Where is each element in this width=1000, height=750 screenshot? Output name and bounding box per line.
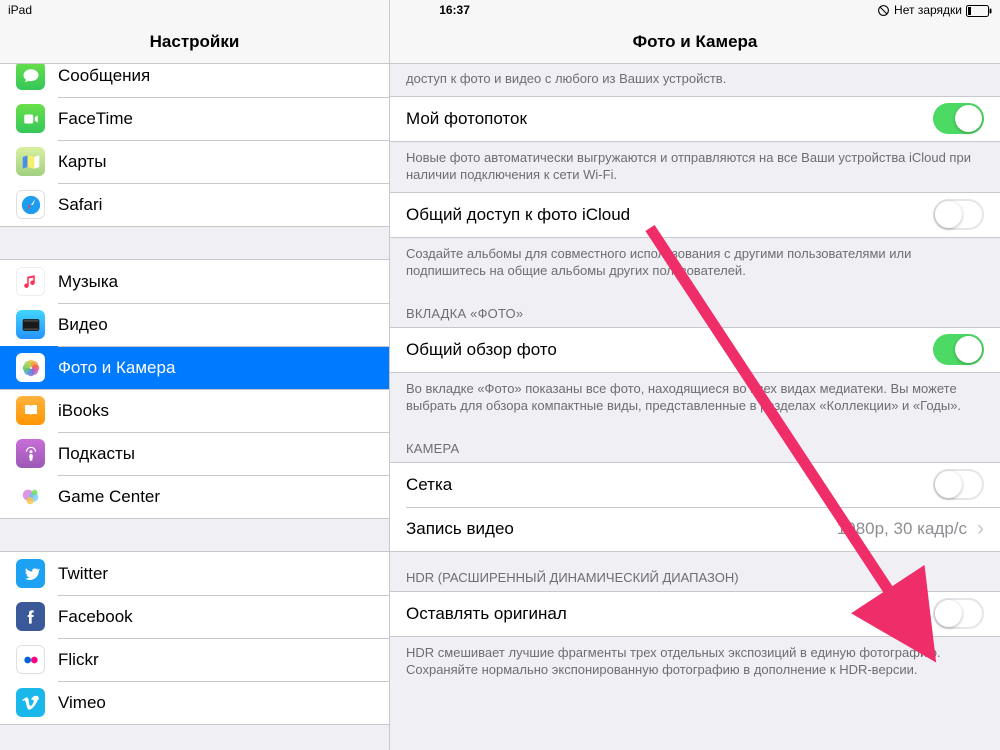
sidebar-item-flickr[interactable]: Flickr xyxy=(0,638,389,681)
sidebar-item-label: Game Center xyxy=(58,487,373,507)
icloud-sharing-footer: Создайте альбомы для совместного использ… xyxy=(390,238,1000,288)
hdr-footer: HDR смешивает лучшие фрагменты трех отде… xyxy=(390,637,1000,687)
ibooks-icon xyxy=(16,396,45,425)
sidebar-item-safari[interactable]: Safari xyxy=(0,183,389,226)
chevron-right-icon: › xyxy=(977,518,984,539)
flickr-icon xyxy=(16,645,45,674)
icloud-photo-sharing-switch[interactable] xyxy=(933,199,984,230)
maps-icon xyxy=(16,147,45,176)
sidebar-item-label: Safari xyxy=(58,195,373,215)
sidebar-item-video[interactable]: Видео xyxy=(0,303,389,346)
sidebar-item-label: Flickr xyxy=(58,650,373,670)
summarize-photos-switch[interactable] xyxy=(933,334,984,365)
icloud-library-footer: доступ к фото и видео с любого из Ваших … xyxy=(390,64,1000,96)
sidebar-item-facetime[interactable]: FaceTime xyxy=(0,97,389,140)
sidebar-group-apple-apps: Сообщения FaceTime Карты xyxy=(0,64,389,227)
vimeo-icon xyxy=(16,688,45,717)
grid-label: Сетка xyxy=(406,475,933,495)
keep-normal-photo-label: Оставлять оригинал xyxy=(406,604,933,624)
photos-icon xyxy=(16,353,45,382)
messages-icon xyxy=(16,64,45,90)
summarize-photos-label: Общий обзор фото xyxy=(406,340,933,360)
icloud-photo-sharing-label: Общий доступ к фото iCloud xyxy=(406,205,933,225)
battery-icon xyxy=(966,3,992,17)
sidebar-item-label: Музыка xyxy=(58,272,373,292)
photostream-group: Мой фотопоток xyxy=(390,96,1000,142)
settings-sidebar: Настройки Сообщения FaceTime xyxy=(0,0,390,750)
sidebar-title: Настройки xyxy=(150,32,240,52)
sidebar-item-maps[interactable]: Карты xyxy=(0,140,389,183)
status-time: 16:37 xyxy=(32,3,877,17)
my-photostream-cell[interactable]: Мой фотопоток xyxy=(390,97,1000,141)
record-video-value: 1080p, 30 кадр/с xyxy=(837,519,967,539)
sidebar-item-vimeo[interactable]: Vimeo xyxy=(0,681,389,724)
sidebar-item-label: Карты xyxy=(58,152,373,172)
sidebar-item-messages[interactable]: Сообщения xyxy=(0,64,389,97)
sidebar-scroll[interactable]: Сообщения FaceTime Карты xyxy=(0,64,389,750)
status-device: iPad xyxy=(8,3,32,17)
hdr-group: Оставлять оригинал xyxy=(390,591,1000,637)
sidebar-item-game-center[interactable]: Game Center xyxy=(0,475,389,518)
sidebar-item-label: Фото и Камера xyxy=(58,358,373,378)
hdr-header: HDR (РАСШИРЕННЫЙ ДИНАМИЧЕСКИЙ ДИАПАЗОН) xyxy=(390,552,1000,591)
grid-switch[interactable] xyxy=(933,469,984,500)
summarize-photos-cell[interactable]: Общий обзор фото xyxy=(390,328,1000,372)
sidebar-item-facebook[interactable]: Facebook xyxy=(0,595,389,638)
sidebar-item-label: Сообщения xyxy=(58,66,373,86)
detail-title: Фото и Камера xyxy=(633,32,758,52)
keep-normal-photo-cell[interactable]: Оставлять оригинал xyxy=(390,592,1000,636)
sidebar-group-social: Twitter Facebook Flickr xyxy=(0,551,389,725)
camera-group: Сетка Запись видео 1080p, 30 кадр/с › xyxy=(390,462,1000,552)
my-photostream-label: Мой фотопоток xyxy=(406,109,933,129)
photos-tab-group: Общий обзор фото xyxy=(390,327,1000,373)
sidebar-item-label: FaceTime xyxy=(58,109,373,129)
keep-normal-photo-switch[interactable] xyxy=(933,598,984,629)
sidebar-item-label: iBooks xyxy=(58,401,373,421)
sidebar-item-label: Подкасты xyxy=(58,444,373,464)
icloud-photo-sharing-cell[interactable]: Общий доступ к фото iCloud xyxy=(390,193,1000,237)
status-bar: iPad 16:37 Нет зарядки xyxy=(0,0,1000,20)
not-charging-icon xyxy=(877,3,890,17)
record-video-label: Запись видео xyxy=(406,519,837,539)
sidebar-item-music[interactable]: Музыка xyxy=(0,260,389,303)
sidebar-item-label: Twitter xyxy=(58,564,373,584)
sidebar-item-photos-camera[interactable]: Фото и Камера xyxy=(0,346,389,389)
sidebar-item-label: Vimeo xyxy=(58,693,373,713)
gamecenter-icon xyxy=(16,482,45,511)
facebook-icon xyxy=(16,602,45,631)
sidebar-group-media-apps: Музыка Видео xyxy=(0,259,389,519)
detail-pane: Фото и Камера доступ к фото и видео с лю… xyxy=(390,0,1000,750)
my-photostream-switch[interactable] xyxy=(933,103,984,134)
sidebar-item-twitter[interactable]: Twitter xyxy=(0,552,389,595)
facetime-icon xyxy=(16,104,45,133)
sidebar-item-podcasts[interactable]: Подкасты xyxy=(0,432,389,475)
sidebar-item-ibooks[interactable]: iBooks xyxy=(0,389,389,432)
photostream-footer: Новые фото автоматически выгружаются и о… xyxy=(390,142,1000,192)
grid-cell[interactable]: Сетка xyxy=(390,463,1000,507)
detail-scroll[interactable]: доступ к фото и видео с любого из Ваших … xyxy=(390,64,1000,750)
record-video-cell[interactable]: Запись видео 1080p, 30 кадр/с › xyxy=(390,507,1000,551)
icloud-sharing-group: Общий доступ к фото iCloud xyxy=(390,192,1000,238)
music-icon xyxy=(16,267,45,296)
podcasts-icon xyxy=(16,439,45,468)
photos-tab-footer: Во вкладке «Фото» показаны все фото, нах… xyxy=(390,373,1000,423)
sidebar-item-label: Facebook xyxy=(58,607,373,627)
photos-tab-header: ВКЛАДКА «ФОТО» xyxy=(390,288,1000,327)
camera-header: КАМЕРА xyxy=(390,423,1000,462)
status-charge-text: Нет зарядки xyxy=(894,3,962,17)
safari-icon xyxy=(16,190,45,219)
twitter-icon xyxy=(16,559,45,588)
video-icon xyxy=(16,310,45,339)
sidebar-item-label: Видео xyxy=(58,315,373,335)
